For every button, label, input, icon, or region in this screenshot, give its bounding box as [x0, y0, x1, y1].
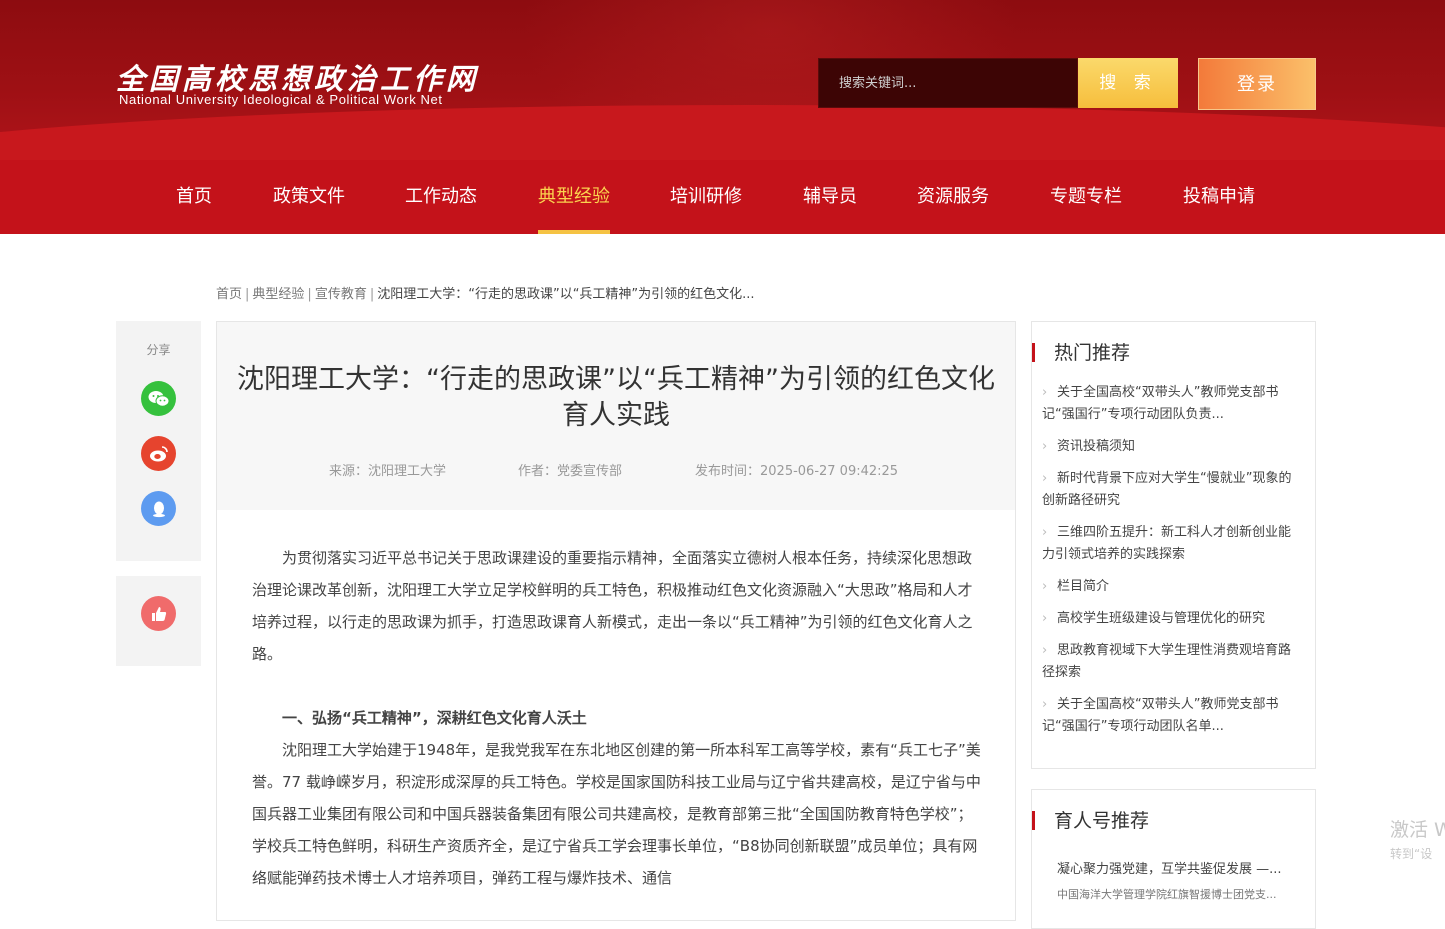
yuren-recommend-title: 育人号推荐 — [1032, 808, 1149, 834]
yuren-item-title[interactable]: 凝心聚力强党建，互学共鉴促发展 —... — [1057, 858, 1282, 877]
article-author: 作者：党委宣传部 — [518, 464, 623, 479]
search-input[interactable]: 搜索关键词... — [818, 58, 1078, 108]
share-label: 分享 — [146, 343, 171, 357]
article-title: 沈阳理工大学：“行走的思政课”以“兵工精神”为引领的红色文化育人实践 — [237, 364, 995, 431]
hot-recommend-list: 关于全国高校“双带头人”教师党支部书记“强国行”专项行动团队负责... 资讯投稿… — [1027, 382, 1300, 748]
site-logo-en[interactable]: National University Ideological & Politi… — [119, 92, 443, 107]
list-item[interactable]: 栏目简介 — [1027, 576, 1300, 598]
article-paragraph: 为贯彻落实习近平总书记关于思政课建设的重要指示精神，全面落实立德树人根本任务，持… — [252, 549, 973, 663]
breadcrumb-home[interactable]: 首页 — [216, 287, 242, 302]
hot-recommend-title: 热门推荐 — [1032, 340, 1130, 366]
article-section-heading: 一、弘扬“兵工精神”，深耕红色文化育人沃土 — [282, 709, 587, 727]
nav-item-home[interactable]: 首页 — [176, 160, 212, 234]
like-panel — [116, 576, 201, 666]
nav-item-cases[interactable]: 典型经验 — [538, 160, 610, 234]
article-body: 为贯彻落实习近平总书记关于思政课建设的重要指示精神，全面落实立德树人根本任务，持… — [252, 542, 982, 894]
breadcrumb: 首页 | 典型经验 | 宣传教育 | 沈阳理工大学：“行走的思政课”以“兵工精神”为引领的红… — [216, 283, 755, 302]
share-panel: 分享 — [116, 321, 201, 561]
article-source: 来源：沈阳理工大学 — [329, 464, 447, 479]
header-wave — [0, 105, 1445, 160]
nav-item-submit[interactable]: 投稿申请 — [1183, 160, 1255, 234]
thumbs-up-icon[interactable] — [141, 596, 176, 631]
list-item[interactable]: 资讯投稿须知 — [1027, 436, 1300, 458]
breadcrumb-separator: | — [245, 287, 250, 302]
nav-item-topics[interactable]: 专题专栏 — [1050, 160, 1122, 234]
site-header: 全国高校思想政治工作网 National University Ideologi… — [0, 0, 1445, 160]
article-paragraph: 沈阳理工大学始建于1948年，是我党我军在东北地区创建的第一所本科军工高等学校，… — [252, 741, 981, 887]
nav-item-policy[interactable]: 政策文件 — [273, 160, 345, 234]
yuren-recommend-panel: 育人号推荐 凝心聚力强党建，互学共鉴促发展 —... 中国海洋大学管理学院红旗智… — [1031, 789, 1316, 929]
activation-watermark-sub: 转到“设 — [1390, 847, 1433, 861]
nav-item-news[interactable]: 工作动态 — [405, 160, 477, 234]
breadcrumb-separator: | — [369, 287, 375, 302]
breadcrumb-category[interactable]: 宣传教育 — [315, 287, 367, 302]
main-nav: 首页 政策文件 工作动态 典型经验 培训研修 辅导员 资源服务 专题专栏 投稿申… — [0, 160, 1445, 234]
nav-item-training[interactable]: 培训研修 — [670, 160, 742, 234]
list-item[interactable]: 三维四阶五提升：新工科人才创新创业能力引领式培养的实践探索 — [1027, 522, 1300, 566]
yuren-item-subtitle[interactable]: 中国海洋大学管理学院红旗智援博士团党支... — [1057, 886, 1277, 902]
article-date: 发布时间：2025-06-27 09:42:25 — [695, 464, 899, 479]
qq-icon[interactable] — [141, 491, 176, 526]
list-item[interactable]: 关于全国高校“双带头人”教师党支部书记“强国行”专项行动团队名单... — [1027, 694, 1300, 738]
list-item[interactable]: 新时代背景下应对大学生“慢就业”现象的创新路径研究 — [1027, 468, 1300, 512]
breadcrumb-separator: | — [307, 287, 312, 302]
weibo-icon[interactable] — [141, 436, 176, 471]
nav-item-counselor[interactable]: 辅导员 — [803, 160, 857, 234]
search-button[interactable]: 搜 索 — [1078, 58, 1178, 108]
article: 沈阳理工大学：“行走的思政课”以“兵工精神”为引领的红色文化育人实践 来源：沈阳… — [216, 321, 1016, 921]
article-header: 沈阳理工大学：“行走的思政课”以“兵工精神”为引领的红色文化育人实践 来源：沈阳… — [217, 322, 1015, 510]
hot-recommend-panel: 热门推荐 关于全国高校“双带头人”教师党支部书记“强国行”专项行动团队负责...… — [1027, 321, 1316, 769]
list-item[interactable]: 思政教育视域下大学生理性消费观培育路径探索 — [1027, 640, 1300, 684]
activation-watermark: 激活 W — [1390, 819, 1445, 841]
nav-item-resources[interactable]: 资源服务 — [917, 160, 989, 234]
wechat-icon[interactable] — [141, 381, 176, 416]
login-button[interactable]: 登录 — [1198, 58, 1316, 110]
breadcrumb-current: 沈阳理工大学：“行走的思政课”以“兵工精神”为引领的红色文化... — [377, 287, 755, 302]
breadcrumb-cases[interactable]: 典型经验 — [252, 287, 304, 302]
list-item[interactable]: 高校学生班级建设与管理优化的研究 — [1027, 608, 1300, 630]
list-item[interactable]: 关于全国高校“双带头人”教师党支部书记“强国行”专项行动团队负责... — [1027, 382, 1300, 426]
